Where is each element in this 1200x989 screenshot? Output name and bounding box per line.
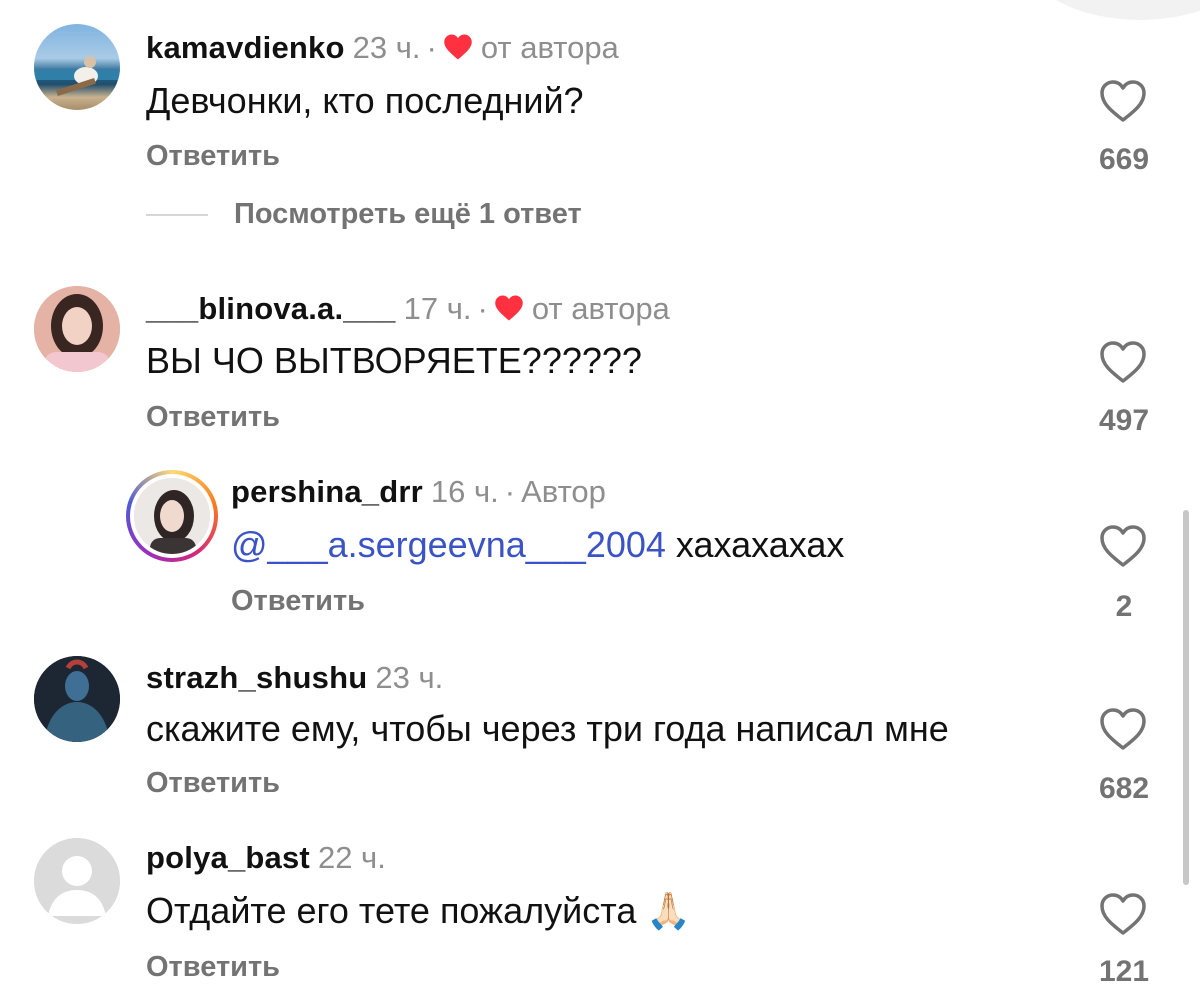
avatar-placeholder[interactable] — [34, 838, 120, 924]
comment-body: Отдайте его тете пожалуйста — [146, 890, 637, 931]
avatar-story-ring[interactable] — [126, 470, 218, 562]
like-count: 2 — [1115, 590, 1133, 623]
reply-button[interactable]: Ответить — [146, 401, 280, 434]
comment-text: Девчонки, кто последний? — [146, 80, 584, 121]
view-more-replies-label[interactable]: Посмотреть ещё 1 ответ — [234, 198, 582, 231]
divider-line — [146, 213, 208, 216]
reply-button[interactable]: Ответить — [146, 767, 280, 800]
reply-button[interactable]: Ответить — [146, 951, 280, 984]
author-like-label: от автора — [531, 291, 670, 326]
comment-text: @___a.sergeevna___2004 хахахахах — [231, 524, 844, 566]
avatar[interactable] — [34, 656, 120, 742]
comment-text: ВЫ ЧО ВЫТВОРЯЕТЕ?????? — [146, 340, 642, 381]
like-heart-icon[interactable] — [1098, 78, 1148, 124]
like-count: 669 — [1098, 143, 1150, 176]
separator-dot: · — [477, 291, 488, 326]
timestamp: 23 ч. — [375, 660, 444, 695]
author-badge: Автор — [521, 474, 606, 509]
like-heart-icon[interactable] — [1098, 706, 1148, 752]
like-count: 682 — [1098, 772, 1150, 805]
timestamp: 23 ч. — [352, 30, 421, 65]
timestamp: 16 ч. — [430, 474, 499, 509]
comment-meta: polya_bast 22 ч. — [146, 840, 386, 876]
avatar — [130, 474, 214, 558]
avatar[interactable] — [34, 24, 120, 110]
comment-meta: pershina_drr 16 ч. · Автор — [231, 474, 606, 510]
timestamp: 22 ч. — [317, 840, 386, 875]
comment-text: скажите ему, чтобы через три года написа… — [146, 708, 949, 749]
mention-link[interactable]: @___a.sergeevna___2004 — [231, 524, 666, 565]
username[interactable]: pershina_drr — [231, 474, 423, 509]
username[interactable]: ___blinova.a.___ — [146, 291, 396, 326]
like-heart-icon[interactable] — [1098, 523, 1148, 569]
username[interactable]: polya_bast — [146, 840, 310, 875]
reply-button[interactable]: Ответить — [146, 140, 280, 173]
comment-meta: kamavdienko 23 ч. · от автора — [146, 30, 619, 69]
author-like-label: от автора — [480, 30, 619, 65]
username[interactable]: kamavdienko — [146, 30, 345, 65]
comment-body: хахахахах — [675, 524, 845, 565]
author-liked-heart-icon — [443, 33, 473, 69]
comment-meta: strazh_shushu 23 ч. — [146, 660, 443, 696]
corner-shade — [1020, 0, 1200, 20]
reply-button[interactable]: Ответить — [231, 585, 365, 618]
author-liked-heart-icon — [494, 294, 524, 330]
username[interactable]: strazh_shushu — [146, 660, 367, 695]
comment-text: Отдайте его тете пожалуйста 🙏🏻 — [146, 890, 691, 932]
separator-dot: · — [504, 474, 516, 509]
timestamp: 17 ч. — [403, 291, 472, 326]
like-heart-icon[interactable] — [1098, 891, 1148, 937]
avatar[interactable] — [34, 286, 120, 372]
folded-hands-emoji: 🙏🏻 — [646, 890, 692, 931]
view-more-replies[interactable]: Посмотреть ещё 1 ответ — [146, 198, 582, 231]
comment-meta: ___blinova.a.___ 17 ч. · от автора — [146, 291, 670, 330]
default-user-icon — [34, 838, 120, 924]
separator-dot: · — [426, 30, 437, 65]
like-count: 497 — [1098, 404, 1150, 437]
like-count: 121 — [1098, 955, 1150, 988]
scrollbar[interactable] — [1183, 510, 1189, 885]
like-heart-icon[interactable] — [1098, 339, 1148, 385]
